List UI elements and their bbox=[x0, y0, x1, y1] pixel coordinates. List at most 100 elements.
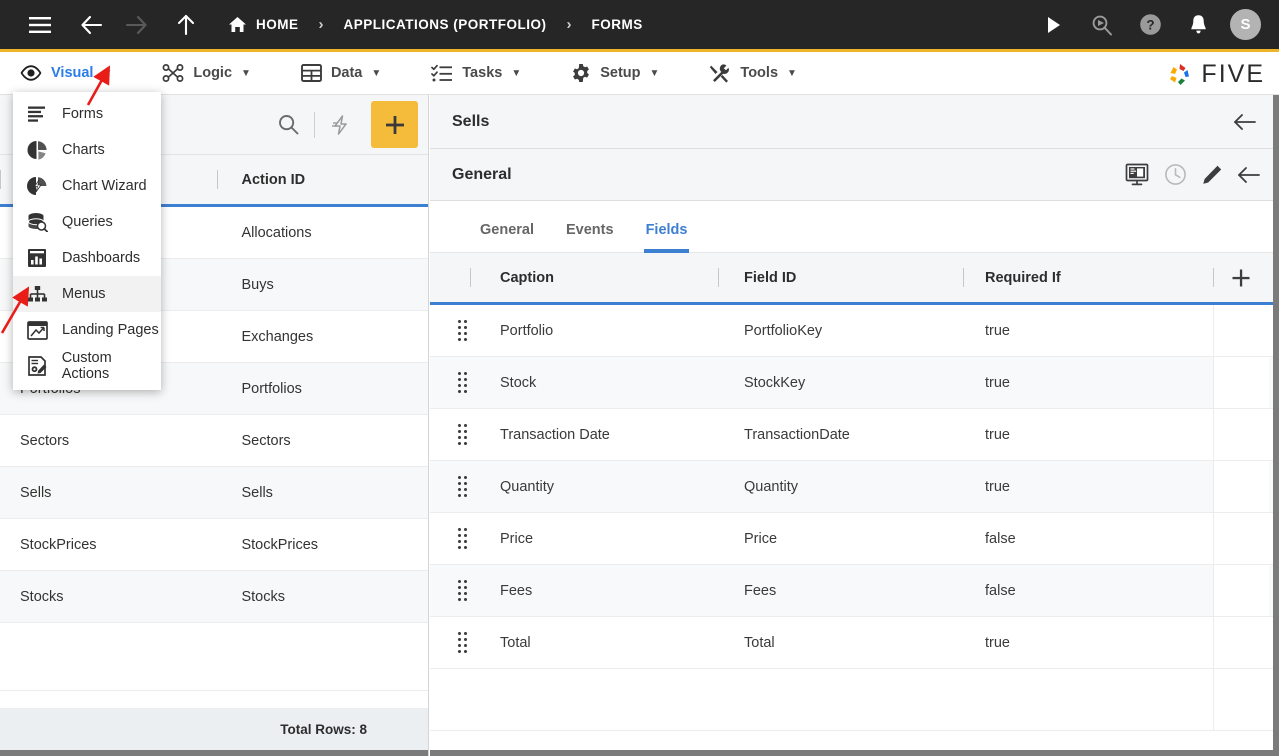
drag-handle-icon[interactable] bbox=[430, 475, 470, 498]
right-detail-panel: Sells General General Events Fields Capt… bbox=[430, 95, 1279, 756]
dropdown-item-menus[interactable]: Menus bbox=[13, 276, 161, 312]
form-designer-icon[interactable] bbox=[1124, 163, 1150, 187]
row-field-id: StockKey bbox=[744, 374, 806, 391]
menu-item-logic[interactable]: Logic ▼ bbox=[162, 52, 271, 95]
row-action-cell[interactable] bbox=[1213, 565, 1269, 616]
forward-arrow-icon[interactable] bbox=[114, 3, 158, 47]
fields-col-header-caption[interactable]: Caption bbox=[470, 253, 718, 302]
table-row[interactable]: Quantity Quantity true bbox=[430, 461, 1279, 513]
breadcrumb-home-label: HOME bbox=[256, 17, 299, 32]
dropdown-item-queries[interactable]: Queries bbox=[13, 204, 161, 240]
tab-events[interactable]: Events bbox=[550, 222, 630, 252]
hamburger-menu-icon[interactable] bbox=[18, 3, 62, 47]
table-row[interactable]: Total Total true bbox=[430, 617, 1279, 669]
table-row[interactable]: Stock StockKey true bbox=[430, 357, 1279, 409]
five-logo-mark bbox=[1170, 63, 1190, 85]
row-required-if: true bbox=[985, 374, 1010, 391]
row-action-cell[interactable] bbox=[1213, 513, 1269, 564]
dropdown-item-custom-actions[interactable]: Custom Actions bbox=[13, 348, 161, 384]
right-panel-horizontal-scrollbar[interactable] bbox=[430, 750, 1273, 756]
edit-pencil-icon[interactable] bbox=[1201, 164, 1223, 186]
row-required-if: true bbox=[985, 634, 1010, 651]
add-field-button[interactable] bbox=[1213, 253, 1269, 302]
drag-handle-icon[interactable] bbox=[430, 527, 470, 550]
search-run-icon[interactable] bbox=[1080, 3, 1124, 47]
avatar-initial: S bbox=[1240, 16, 1251, 33]
table-row[interactable]: Price Price false bbox=[430, 513, 1279, 565]
fields-col-header-required-if[interactable]: Required If bbox=[963, 253, 1213, 302]
row-required-if: false bbox=[985, 582, 1016, 599]
fields-table-empty-space bbox=[430, 669, 1279, 731]
section-back-arrow-left-icon[interactable] bbox=[1237, 166, 1261, 184]
close-panel-arrow-left-icon[interactable] bbox=[1233, 113, 1257, 131]
left-col-header-action-id[interactable]: Action ID bbox=[217, 155, 428, 204]
tab-general[interactable]: General bbox=[452, 222, 550, 252]
table-row[interactable]: Transaction Date TransactionDate true bbox=[430, 409, 1279, 461]
dropdown-item-charts[interactable]: Charts bbox=[13, 132, 161, 168]
tab-events-label: Events bbox=[566, 222, 614, 238]
row-action-cell[interactable] bbox=[1213, 357, 1269, 408]
right-panel-vertical-scrollbar[interactable] bbox=[1273, 95, 1279, 756]
row-action-cell[interactable] bbox=[1213, 409, 1269, 460]
drag-handle-icon[interactable] bbox=[430, 319, 470, 342]
drag-handle-icon[interactable] bbox=[430, 579, 470, 602]
dropdown-item-chart-wizard[interactable]: Chart Wizard bbox=[13, 168, 161, 204]
table-row[interactable]: Sectors Sectors bbox=[0, 415, 428, 467]
drag-handle-icon[interactable] bbox=[430, 631, 470, 654]
up-arrow-icon[interactable] bbox=[164, 3, 208, 47]
back-arrow-icon[interactable] bbox=[70, 3, 114, 47]
help-icon[interactable]: ? bbox=[1128, 3, 1172, 47]
row-action-cell[interactable] bbox=[1213, 461, 1269, 512]
notifications-bell-icon[interactable] bbox=[1176, 3, 1220, 47]
menu-item-tasks[interactable]: Tasks ▼ bbox=[431, 52, 541, 95]
five-brand-logo: FIVE bbox=[1166, 60, 1265, 89]
table-row[interactable]: Stocks Stocks bbox=[0, 571, 428, 623]
dropdown-item-custom-actions-label: Custom Actions bbox=[61, 350, 112, 382]
table-row[interactable]: Sells Sells bbox=[0, 467, 428, 519]
breadcrumb-applications[interactable]: APPLICATIONS (PORTFOLIO) bbox=[340, 17, 551, 32]
fields-col-header-field-id[interactable]: Field ID bbox=[718, 253, 963, 302]
left-panel-horizontal-scrollbar[interactable] bbox=[0, 750, 428, 756]
user-avatar[interactable]: S bbox=[1230, 9, 1261, 40]
add-record-button[interactable] bbox=[371, 101, 418, 148]
dropdown-item-dashboards[interactable]: Dashboards bbox=[13, 240, 161, 276]
row-field-id: Total bbox=[744, 634, 775, 651]
menu-item-setup[interactable]: Setup ▼ bbox=[571, 52, 679, 95]
menu-item-visual[interactable]: Visual ▼ bbox=[13, 52, 132, 95]
home-icon bbox=[228, 16, 247, 33]
run-play-icon[interactable] bbox=[1032, 3, 1076, 47]
lightning-icon[interactable] bbox=[320, 104, 362, 146]
forms-icon bbox=[26, 103, 48, 125]
drag-handle-icon[interactable] bbox=[430, 371, 470, 394]
history-clock-icon[interactable] bbox=[1164, 163, 1187, 186]
row-action-id: Buys bbox=[241, 276, 274, 293]
breadcrumb-forms[interactable]: FORMS bbox=[588, 17, 647, 32]
table-row[interactable]: Portfolio PortfolioKey true bbox=[430, 305, 1279, 357]
dropdown-item-forms[interactable]: Forms bbox=[13, 96, 161, 132]
tab-fields[interactable]: Fields bbox=[630, 222, 704, 253]
section-action-icons bbox=[1124, 163, 1261, 187]
checklist-icon bbox=[431, 64, 453, 82]
dropdown-item-landing-pages[interactable]: Landing Pages bbox=[13, 312, 161, 348]
row-action-cell[interactable] bbox=[1213, 617, 1269, 668]
fields-table-body: Portfolio PortfolioKey true Stock StockK… bbox=[430, 305, 1279, 731]
breadcrumb-home[interactable]: HOME bbox=[224, 16, 303, 33]
row-action-id: Sells bbox=[241, 484, 273, 501]
five-logo-text: FIVE bbox=[1201, 60, 1265, 88]
menu-item-tools-label: Tools bbox=[740, 65, 779, 81]
section-title: General bbox=[452, 165, 512, 183]
row-caption: Transaction Date bbox=[500, 426, 610, 443]
drag-handle-icon[interactable] bbox=[430, 423, 470, 446]
menu-item-data[interactable]: Data ▼ bbox=[300, 52, 401, 95]
row-action-id: StockPrices bbox=[241, 536, 319, 553]
eye-icon bbox=[20, 65, 42, 81]
row-field-id: PortfolioKey bbox=[744, 322, 823, 339]
row-action-cell[interactable] bbox=[1213, 305, 1269, 356]
dropdown-item-menus-label: Menus bbox=[62, 286, 106, 302]
application-window: HOME › APPLICATIONS (PORTFOLIO) › FORMS … bbox=[0, 0, 1279, 756]
topbar-right-group: ? S bbox=[1032, 0, 1267, 49]
search-icon[interactable] bbox=[267, 104, 309, 146]
table-row[interactable]: Fees Fees false bbox=[430, 565, 1279, 617]
table-row[interactable]: StockPrices StockPrices bbox=[0, 519, 428, 571]
menu-item-tools[interactable]: Tools ▼ bbox=[709, 52, 817, 95]
